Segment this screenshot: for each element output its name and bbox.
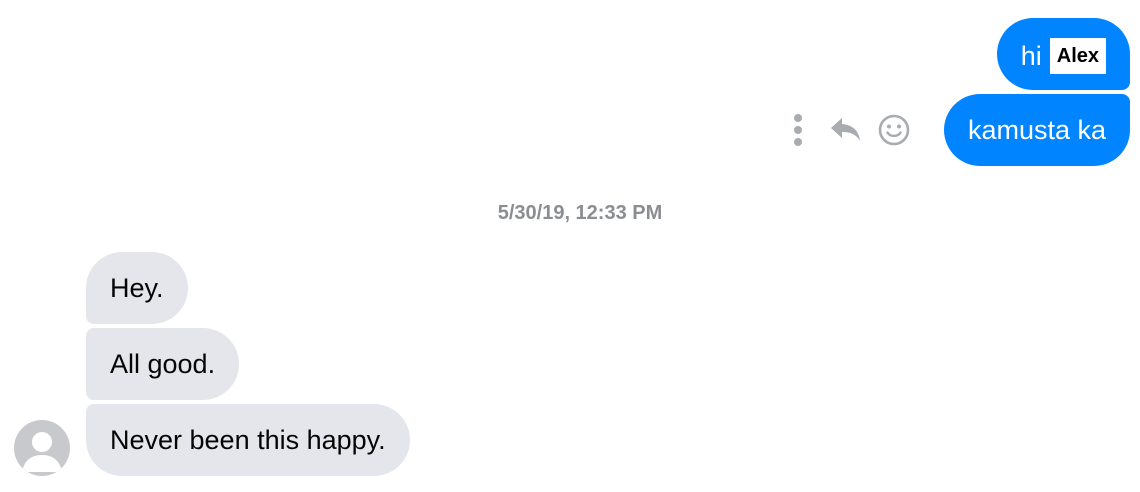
message-text: All good. [110,349,216,379]
message-text: Hey. [110,273,164,303]
incoming-message-bubble[interactable]: All good. [86,328,240,400]
name-tag: Alex [1049,37,1106,74]
reply-icon[interactable] [826,106,866,154]
incoming-message-bubble[interactable]: Hey. [86,252,188,324]
message-text: kamusta ka [967,115,1106,145]
outgoing-message-bubble[interactable]: hi Alex [996,18,1130,90]
more-options-icon[interactable] [784,106,812,154]
outgoing-message-bubble[interactable]: kamusta ka [943,94,1130,166]
react-smiley-icon[interactable] [874,106,914,154]
message-text: hi [1020,40,1042,71]
message-timestamp: 5/30/19, 12:33 PM [497,202,663,224]
incoming-message-bubble[interactable]: Never been this happy. [86,404,410,476]
default-avatar-icon[interactable] [14,420,70,476]
message-text: Never been this happy. [110,425,386,455]
